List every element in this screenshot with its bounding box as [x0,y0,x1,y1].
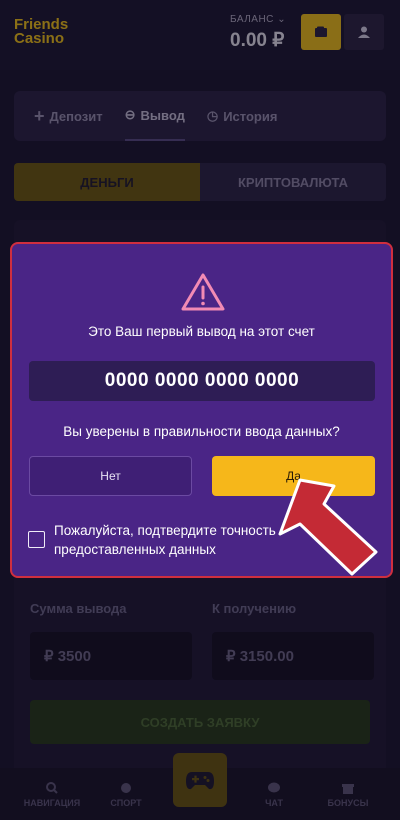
card-number-display: 0000 0000 0000 0000 [29,361,375,401]
modal-question: Вы уверены в правильности ввода данных? [63,424,340,439]
modal-title: Это Ваш первый вывод на этот счет [88,324,315,339]
warning-icon [181,273,225,311]
pointer-arrow-icon [278,478,378,576]
confirm-checkbox[interactable] [28,531,45,548]
no-button[interactable]: Нет [29,456,192,496]
